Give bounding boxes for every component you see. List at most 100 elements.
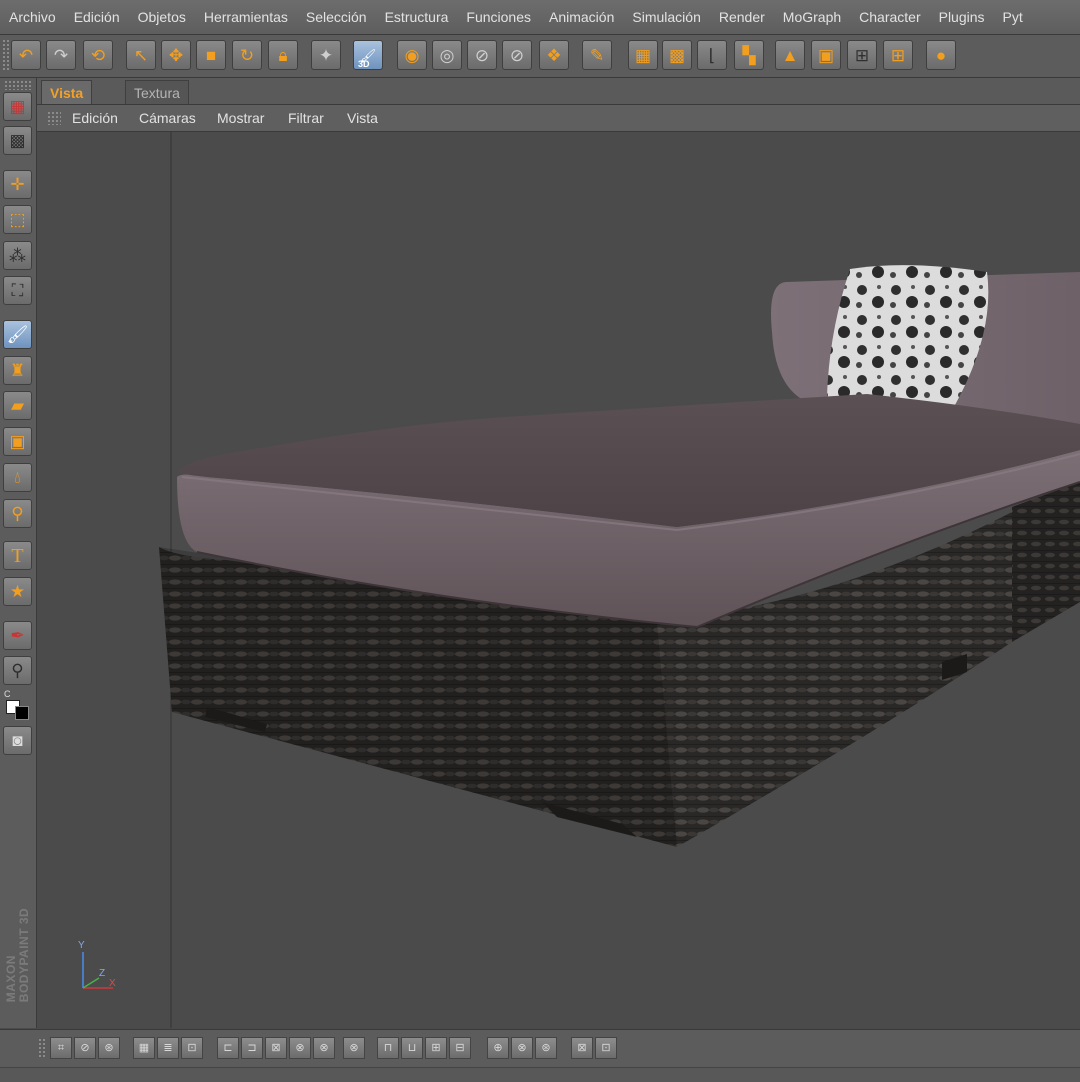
bb-btn-10[interactable]: ⊗ (289, 1037, 311, 1059)
menu-objetos[interactable]: Objetos (129, 0, 195, 34)
texture-icon: ▦ (634, 45, 652, 65)
checker-mode-button[interactable]: ▚ (734, 40, 764, 70)
menu-seleccion[interactable]: Selección (297, 0, 376, 34)
uv-polygons-button[interactable]: ⊞ (883, 40, 913, 70)
bb-btn-14[interactable]: ⊔ (401, 1037, 423, 1059)
bb-btn-15[interactable]: ⊞ (425, 1037, 447, 1059)
magic-wand-tool-button[interactable]: ⁂ (3, 241, 32, 270)
lock-button[interactable]: 🔒︎ (268, 40, 298, 70)
vp-menu-filtrar[interactable]: Filtrar (288, 105, 324, 131)
magnify-tool-button[interactable]: ⚲ (3, 656, 32, 685)
undo-button[interactable]: ↶ (11, 40, 41, 70)
magic-wand-button[interactable]: ✦ (311, 40, 341, 70)
bb-btn-9[interactable]: ⊠ (265, 1037, 287, 1059)
clone-stamp-button[interactable]: ♜ (3, 356, 32, 385)
menu-estructura[interactable]: Estructura (376, 0, 458, 34)
redo-button[interactable]: ↷ (46, 40, 76, 70)
bb-btn-17[interactable]: ⊕ (487, 1037, 509, 1059)
tab-vista[interactable]: Vista (41, 80, 93, 104)
menu-character[interactable]: Character (850, 0, 929, 34)
uv-mode-button[interactable]: ⌊ (697, 40, 727, 70)
bb-btn-7[interactable]: ⊏ (217, 1037, 239, 1059)
render-settings-button[interactable]: ⊘ (502, 40, 532, 70)
bb-btn-6[interactable]: ⊡ (181, 1037, 203, 1059)
bb-btn-21[interactable]: ⊡ (595, 1037, 617, 1059)
menu-herramientas[interactable]: Herramientas (195, 0, 297, 34)
transform-tool-button[interactable]: ✛ (3, 170, 32, 199)
bottom-toolbar: ⌗ ⊘ ⊛ ▦ ≣ ⊡ ⊏ ⊐ ⊠ ⊗ ⊗ ⊗ ⊓ ⊔ ⊞ ⊟ ⊕ ⊗ ⊛ ⊠ … (0, 1029, 1080, 1082)
vp-menu-mostrar[interactable]: Mostrar (217, 105, 264, 131)
polygon-mode-button[interactable]: ▣ (811, 40, 841, 70)
render-active-button[interactable]: ◉ (397, 40, 427, 70)
bb-btn-3[interactable]: ⊛ (98, 1037, 120, 1059)
bb-btn-4[interactable]: ▦ (133, 1037, 155, 1059)
bb-btn-2[interactable]: ⊘ (74, 1037, 96, 1059)
star-tool-button[interactable]: ★ (3, 577, 32, 606)
bb-btn-12[interactable]: ⊗ (343, 1037, 365, 1059)
tab-textura[interactable]: Textura (125, 80, 189, 104)
move-button[interactable]: ✥ (161, 40, 191, 70)
vp-menu-edicion[interactable]: Edición (72, 105, 118, 131)
menu-render[interactable]: Render (710, 0, 774, 34)
menu-funciones[interactable]: Funciones (457, 0, 540, 34)
zoom-plus-icon: ⚲ (11, 661, 24, 680)
bottom-grip[interactable] (38, 1038, 46, 1058)
zoom-tool-button[interactable]: ⚲ (3, 499, 32, 528)
cube-checker-button[interactable]: ❖ (539, 40, 569, 70)
bb-btn-8[interactable]: ⊐ (241, 1037, 263, 1059)
bb-btn-16[interactable]: ⊟ (449, 1037, 471, 1059)
bb-btn-1[interactable]: ⌗ (50, 1037, 72, 1059)
menu-simulacion[interactable]: Simulación (623, 0, 709, 34)
bb-btn-11[interactable]: ⊗ (313, 1037, 335, 1059)
bb-btn-20[interactable]: ⊠ (571, 1037, 593, 1059)
render-picture-button[interactable]: ⊘ (467, 40, 497, 70)
menu-animacion[interactable]: Animación (540, 0, 623, 34)
viewport-menu-grip[interactable] (47, 111, 61, 125)
points-mode-button[interactable]: ▲ (775, 40, 805, 70)
text-tool-button[interactable]: T (3, 541, 32, 570)
menu-mograph[interactable]: MoGraph (774, 0, 850, 34)
undo-view-button[interactable]: ⟲ (83, 40, 113, 70)
palette-grip[interactable] (4, 80, 32, 90)
sphere-button[interactable]: ● (926, 40, 956, 70)
magnifier-icon: ⚲ (11, 504, 24, 523)
bb-btn-18[interactable]: ⊗ (511, 1037, 533, 1059)
menu-edicion[interactable]: Edición (65, 0, 129, 34)
render-view-button[interactable]: ◎ (432, 40, 462, 70)
mask-button[interactable]: ◙ (3, 726, 32, 755)
color-swatches[interactable]: C (4, 689, 32, 720)
3d-viewport[interactable]: Y Z X (37, 132, 1080, 1028)
bb-btn-13[interactable]: ⊓ (377, 1037, 399, 1059)
toolbar-grip[interactable] (2, 39, 10, 71)
layout-button[interactable]: ▦ (3, 92, 32, 121)
brush-tool-button[interactable]: 🖌︎ (3, 320, 32, 349)
rect-select-icon: ⬚ (9, 210, 26, 229)
texture-mode-button[interactable]: ▦ (628, 40, 658, 70)
menu-plugins[interactable]: Plugins (930, 0, 994, 34)
edges-mode-button[interactable]: ⊞ (847, 40, 877, 70)
eraser-button[interactable]: ▰ (3, 391, 32, 420)
bb-btn-19[interactable]: ⊛ (535, 1037, 557, 1059)
scale-button[interactable]: ■ (196, 40, 226, 70)
menu-archivo[interactable]: Archivo (0, 0, 65, 34)
paint-setup-button[interactable]: ✎ (582, 40, 612, 70)
layout-icon: ▦ (9, 97, 26, 116)
tool-f-icon: ⊗ (349, 1041, 359, 1054)
material-mode-button[interactable]: ▩ (662, 40, 692, 70)
clapper-icon: ◎ (439, 45, 455, 65)
fill-square-icon: ▣ (9, 432, 26, 451)
blur-tool-button[interactable]: 💧︎ (3, 463, 32, 492)
projection-tool-button[interactable]: ⛶ (3, 276, 32, 305)
vp-menu-camaras[interactable]: Cámaras (139, 105, 196, 131)
background-color-swatch[interactable] (15, 706, 29, 720)
fill-bitmap-button[interactable]: ▣ (3, 427, 32, 456)
bb-btn-5[interactable]: ≣ (157, 1037, 179, 1059)
texture-layer-button[interactable]: ▩ (3, 126, 32, 155)
vp-menu-vista[interactable]: Vista (347, 105, 378, 131)
eyedropper-button[interactable]: ✒ (3, 621, 32, 650)
live-selection-button[interactable]: ↖ (126, 40, 156, 70)
menu-python[interactable]: Pyt (994, 0, 1032, 34)
rotate-button[interactable]: ↻ (232, 40, 262, 70)
rect-selection-button[interactable]: ⬚ (3, 205, 32, 234)
checker-cube-icon: ❖ (546, 45, 562, 65)
